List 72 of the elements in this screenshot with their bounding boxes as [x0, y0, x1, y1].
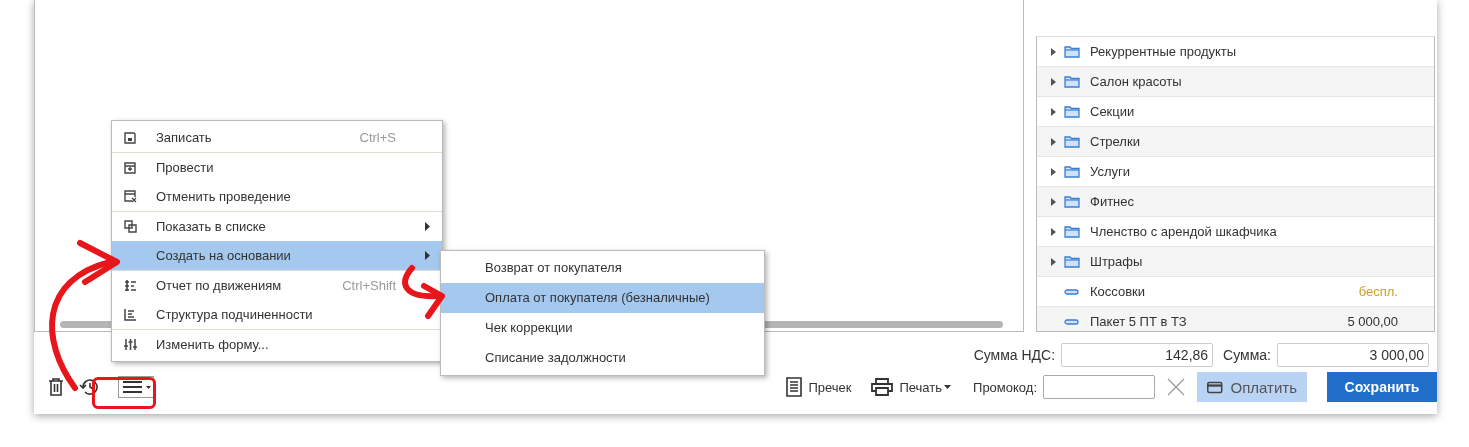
print-button[interactable]: Печать	[899, 379, 943, 395]
menu-item[interactable]: Записать Ctrl+S	[112, 123, 442, 152]
tree-item-name: Секции	[1090, 104, 1136, 119]
menu-item[interactable]: Провести	[112, 153, 442, 182]
promo-code-field[interactable]	[1043, 375, 1155, 399]
movements-icon	[124, 279, 137, 292]
tree-row[interactable]: Штрафы	[1037, 247, 1434, 277]
tree-item-name: Рекуррентные продукты	[1090, 44, 1238, 59]
tree-row[interactable]: Салон красоты	[1037, 67, 1434, 97]
menu-item[interactable]: Возврат от покупателя	[441, 253, 764, 283]
tree-item-name: Салон красоты	[1090, 74, 1183, 89]
highlight-frame	[92, 377, 156, 409]
folder-icon	[1064, 255, 1080, 268]
unpost-icon	[124, 190, 137, 203]
folder-icon	[1064, 225, 1080, 238]
expand-icon[interactable]	[1051, 47, 1056, 56]
tree-item-name: Услуги	[1090, 164, 1131, 179]
history-icon[interactable]	[78, 378, 98, 396]
total-field: 3 000,00	[1277, 343, 1429, 367]
tree-row[interactable]: Фитнес	[1037, 187, 1434, 217]
menu-item[interactable]: Оплата от покупателя (безналичные)	[441, 283, 764, 313]
total-label: Сумма НДС:	[973, 347, 1056, 363]
expand-icon[interactable]	[1051, 227, 1056, 236]
caret-icon[interactable]	[944, 385, 952, 389]
folder-icon	[1064, 105, 1080, 118]
menu-item[interactable]: Показать в списке	[112, 212, 442, 241]
expand-icon[interactable]	[1051, 77, 1056, 86]
card-icon	[1207, 379, 1223, 395]
promo-label: Промокод:	[973, 379, 1037, 395]
menu-item[interactable]: Отменить проведение	[112, 182, 442, 211]
menu-item[interactable]: Списание задолжности	[441, 343, 764, 373]
expand-icon[interactable]	[1051, 107, 1056, 116]
expand-icon[interactable]	[1051, 197, 1056, 206]
tree-item-name: Коссовки	[1090, 284, 1147, 299]
folder-icon	[1064, 165, 1080, 178]
item-price: беспл.	[1358, 284, 1398, 299]
item-icon	[1064, 318, 1080, 325]
folder-icon	[1064, 75, 1080, 88]
receipt-icon[interactable]	[786, 377, 803, 397]
tree-row[interactable]: Пакет 5 ПТ в ТЗ 5 000,00	[1037, 307, 1434, 331]
tree-item-name: Стрелки	[1090, 134, 1141, 149]
tree-item-name: Фитнес	[1090, 194, 1135, 209]
tree-item-name: Пакет 5 ПТ в ТЗ	[1090, 314, 1188, 329]
save-button[interactable]: Сохранить	[1327, 372, 1437, 402]
menu-item[interactable]: Чек коррекции	[441, 313, 764, 343]
menu-item[interactable]: Структура подчиненности	[112, 300, 442, 329]
menu-item[interactable]: Изменить форму...	[112, 330, 442, 359]
menu-item[interactable]: Создать на основании	[112, 241, 442, 270]
post-icon	[124, 161, 136, 174]
item-icon	[1064, 288, 1080, 295]
copy-icon	[124, 220, 137, 233]
folder-icon	[1064, 45, 1080, 58]
save-icon	[124, 131, 136, 144]
folder-icon	[1064, 195, 1080, 208]
expand-icon[interactable]	[1051, 257, 1056, 266]
expand-icon[interactable]	[1051, 137, 1056, 146]
folder-icon	[1064, 135, 1080, 148]
tree-item-name: Членство с арендой шкафчика	[1090, 224, 1278, 239]
clear-icon[interactable]	[1167, 378, 1185, 396]
structure-icon	[124, 308, 137, 321]
tree-row[interactable]: Стрелки	[1037, 127, 1434, 157]
menu-item[interactable]: Отчет по движениям Ctrl+Shift	[112, 271, 442, 300]
sliders-icon	[124, 338, 137, 351]
trash-icon[interactable]	[48, 378, 64, 396]
total-field: 142,86	[1061, 343, 1214, 367]
item-price: 5 000,00	[1347, 314, 1398, 329]
tree-item-name: Штрафы	[1090, 254, 1144, 269]
precheck-button[interactable]: Пречек	[808, 379, 852, 395]
menu-button[interactable]	[118, 376, 154, 398]
total-label: Сумма:	[1223, 347, 1271, 363]
printer-icon[interactable]	[871, 378, 894, 396]
expand-icon[interactable]	[1051, 167, 1056, 176]
